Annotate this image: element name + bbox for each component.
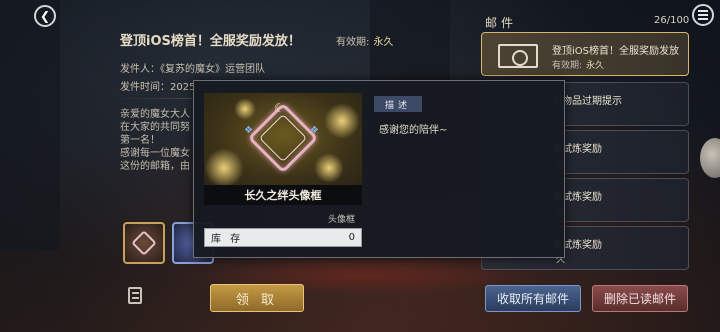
mail-count: 26/100 — [654, 15, 690, 26]
delete-read-button[interactable]: 删除已读邮件 — [592, 285, 688, 312]
bow-icon: ❖ — [310, 125, 319, 136]
stock-label: 库 存 — [211, 234, 244, 245]
stock-row: 库 存 0 — [204, 228, 362, 247]
envelope-icon — [498, 44, 538, 68]
menu-icon[interactable] — [692, 4, 714, 26]
sparkle — [324, 103, 360, 139]
sparkle — [204, 148, 244, 185]
mail-item-title: 登顶iOS榜首！全服奖励发放 — [552, 46, 679, 57]
stock-value: 0 — [348, 232, 355, 243]
avatar-frame-icon — [131, 230, 157, 256]
claim-button[interactable]: 领 取 — [210, 284, 304, 312]
mail-list-item[interactable]: 登顶iOS榜首！全服奖励发放 有效期: 永久 — [481, 32, 689, 76]
item-name: 长久之绊头像框 — [204, 185, 362, 205]
item-artwork: ☾ ❖ ❖ — [204, 93, 362, 185]
mail-list-header: 邮件 — [485, 16, 518, 30]
item-type: 头像框 — [328, 215, 356, 225]
back-button[interactable]: ❮ — [30, 4, 60, 28]
attachment-avatar-frame[interactable] — [123, 222, 165, 264]
description-text: 感谢您的陪伴~ — [379, 125, 448, 136]
description-tag: 描述 — [374, 96, 422, 112]
moon-icon: ☾ — [274, 101, 285, 115]
mail-detail-validity: 有效期: 永久 — [336, 37, 394, 48]
document-icon[interactable] — [128, 287, 142, 304]
collect-all-button[interactable]: 收取所有邮件 — [485, 285, 581, 312]
mail-body: 亲爱的魔女大人 在大家的共同努 第一名！ 感谢每一位魔女 这份的邮箱，由 — [120, 109, 190, 172]
sparkle — [234, 98, 256, 120]
back-arrow-icon: ❮ — [34, 5, 56, 27]
mail-item-validity: 有效期: 永久 — [552, 61, 605, 71]
mail-sent-time: 发件时间：2025 — [120, 82, 196, 93]
item-detail-popup[interactable]: ☾ ❖ ❖ 长久之绊头像框 头像框 库 存 0 描述 感谢您的陪伴~ — [193, 80, 565, 258]
mail-sender: 发件人：《复苏的魔女》运营团队 — [120, 64, 265, 75]
mail-detail-title: 登顶iOS榜首！全服奖励发放！ — [120, 34, 301, 49]
bow-icon: ❖ — [244, 125, 253, 136]
sparkle — [314, 153, 344, 183]
